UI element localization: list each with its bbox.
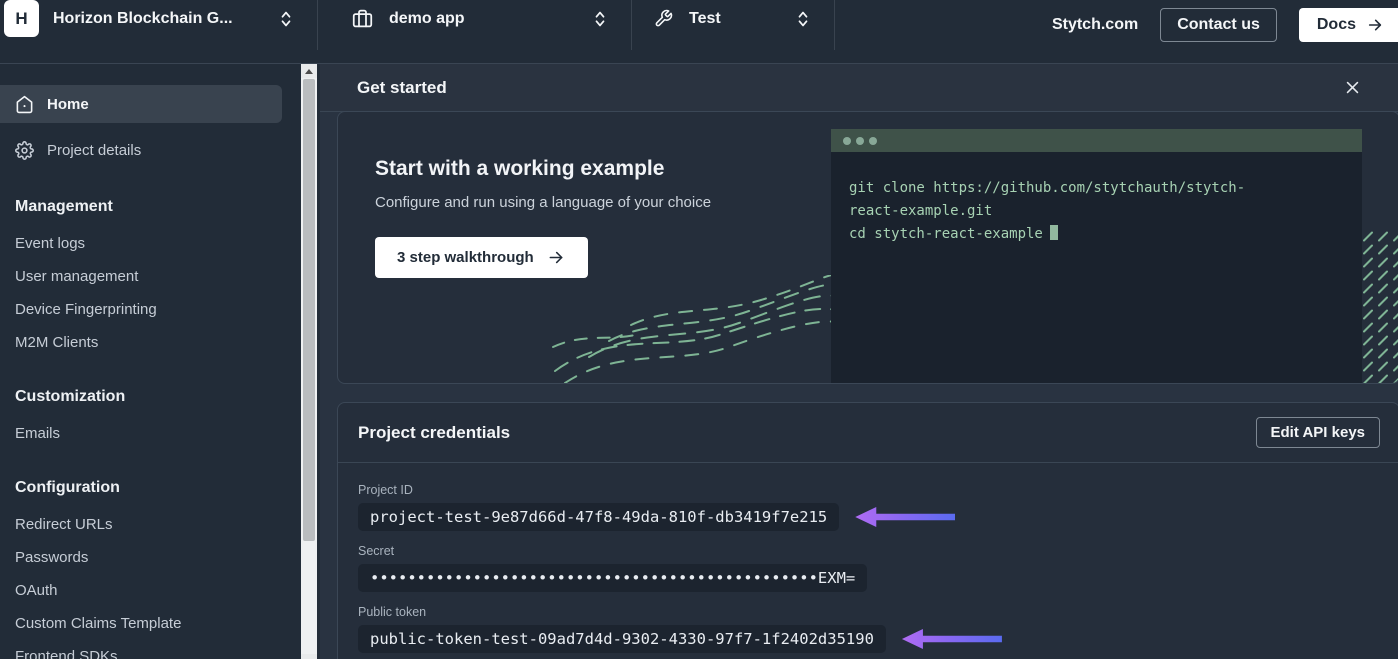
terminal-titlebar (831, 129, 1362, 152)
project-id-label: Project ID (358, 483, 413, 497)
sidebar-item-label: Emails (15, 425, 61, 442)
walkthrough-label: 3 step walkthrough (397, 249, 534, 266)
credentials-header: Project credentials Edit API keys (338, 403, 1398, 463)
sidebar-scrollbar[interactable] (301, 64, 317, 659)
sidebar-item-oauth[interactable]: OAuth (0, 574, 320, 607)
wrench-icon (654, 9, 673, 28)
top-bar: H Horizon Blockchain G... demo app Test … (0, 0, 1398, 64)
sidebar-section-configuration: Configuration (15, 479, 120, 496)
docs-label: Docs (1316, 16, 1356, 33)
sidebar-item-m2m-clients[interactable]: M2M Clients (0, 326, 320, 359)
secret-label: Secret (358, 544, 395, 558)
window-dot-icon (856, 136, 864, 145)
app-name-label: demo app (389, 9, 465, 27)
chevron-up-down-icon (796, 10, 810, 28)
org-name-label: Horizon Blockchain G... (53, 9, 233, 27)
example-card-subtitle: Configure and run using a language of yo… (375, 194, 712, 211)
code-line: cd stytch-react-example (849, 223, 1344, 246)
sidebar-section-customization: Customization (15, 388, 126, 405)
main-content: Get started Start with a working example… (320, 64, 1398, 659)
sidebar-item-custom-claims-template[interactable]: Custom Claims Template (0, 607, 320, 640)
edit-api-keys-label: Edit API keys (1270, 424, 1365, 441)
arrow-right-icon (549, 251, 563, 264)
terminal-code: git clone https://github.com/stytchauth/… (831, 152, 1362, 383)
code-line-text: cd stytch-react-example (849, 226, 1043, 242)
sidebar-item-home[interactable]: Home (0, 85, 282, 123)
chevron-up-down-icon (593, 10, 607, 28)
working-example-card: Start with a working example Configure a… (337, 111, 1398, 384)
stytch-com-link[interactable]: Stytch.com (1052, 16, 1138, 34)
sidebar-item-label: OAuth (15, 582, 58, 599)
sidebar-item-device-fingerprinting[interactable]: Device Fingerprinting (0, 293, 320, 326)
sidebar-item-frontend-sdks[interactable]: Frontend SDKs (0, 640, 320, 659)
sidebar-item-project-details[interactable]: Project details (0, 131, 320, 169)
app-switcher[interactable]: demo app (318, 0, 632, 50)
home-icon (15, 95, 34, 114)
sidebar-nav: Home Project details Management Event lo… (0, 64, 320, 659)
decorative-diagonal-dashes (1362, 230, 1398, 383)
scrollbar-thumb[interactable] (303, 79, 315, 541)
scrollbar-up-button[interactable] (301, 64, 317, 78)
sidebar-item-redirect-urls[interactable]: Redirect URLs (0, 508, 320, 541)
org-logo-letter: H (15, 8, 28, 28)
arrow-left-annotation-icon (855, 507, 956, 527)
credentials-body: Project ID project-test-9e87d66d-47f8-49… (338, 463, 1398, 653)
docs-button[interactable]: Docs (1298, 8, 1398, 42)
credentials-title: Project credentials (358, 422, 511, 442)
public-token-label: Public token (358, 605, 427, 619)
sidebar-item-label: Project details (47, 141, 142, 159)
arrow-right-icon (1368, 19, 1382, 31)
project-credentials-card: Project credentials Edit API keys Projec… (337, 402, 1398, 659)
window-dot-icon (869, 136, 877, 145)
scrollbar-down-button[interactable] (301, 654, 317, 659)
sidebar-item-label: Redirect URLs (15, 516, 113, 533)
sidebar-section-management: Management (15, 198, 113, 215)
terminal-window: git clone https://github.com/stytchauth/… (831, 129, 1362, 383)
sidebar-item-emails[interactable]: Emails (0, 417, 320, 450)
window-dot-icon (843, 136, 851, 145)
briefcase-icon (352, 8, 373, 29)
walkthrough-button[interactable]: 3 step walkthrough (375, 237, 588, 278)
env-name-label: Test (689, 9, 721, 27)
get-started-header: Get started (320, 64, 1398, 112)
get-started-title: Get started (357, 77, 447, 97)
example-card-title: Start with a working example (375, 157, 665, 180)
gear-icon (15, 140, 34, 160)
terminal-cursor (1049, 225, 1058, 240)
contact-us-label: Contact us (1177, 16, 1260, 33)
contact-us-button[interactable]: Contact us (1160, 8, 1277, 42)
close-icon[interactable] (1342, 77, 1363, 98)
public-token-value[interactable]: public-token-test-09ad7d4d-9302-4330-97f… (358, 625, 886, 653)
code-line: git clone https://github.com/stytchauth/… (849, 180, 1246, 196)
org-switcher[interactable]: H Horizon Blockchain G... (0, 0, 318, 50)
sidebar-item-event-logs[interactable]: Event logs (0, 227, 320, 260)
sidebar-item-label: Device Fingerprinting (15, 301, 157, 318)
project-id-value[interactable]: project-test-9e87d66d-47f8-49da-810f-db3… (358, 503, 840, 531)
sidebar-item-label: User management (15, 268, 139, 285)
sidebar-item-label: Custom Claims Template (15, 615, 182, 632)
triangle-up-icon (305, 68, 313, 74)
sidebar-item-passwords[interactable]: Passwords (0, 541, 320, 574)
sidebar-item-label: Frontend SDKs (15, 648, 118, 659)
arrow-left-annotation-icon (901, 629, 1002, 649)
sidebar-item-user-management[interactable]: User management (0, 260, 320, 293)
chevron-up-down-icon (279, 10, 293, 28)
sidebar-item-label: Event logs (15, 235, 86, 252)
edit-api-keys-button[interactable]: Edit API keys (1255, 417, 1380, 448)
sidebar-item-label: Home (47, 95, 89, 113)
code-line: react-example.git (849, 203, 993, 219)
sidebar-item-label: M2M Clients (15, 334, 99, 351)
decorative-waves (552, 275, 841, 383)
org-logo: H (4, 0, 39, 37)
environment-switcher[interactable]: Test (632, 0, 835, 50)
topbar-links: Stytch.com Contact us Docs (1052, 8, 1398, 42)
sidebar-item-label: Passwords (15, 549, 89, 566)
secret-value[interactable]: ••••••••••••••••••••••••••••••••••••••••… (358, 564, 868, 592)
